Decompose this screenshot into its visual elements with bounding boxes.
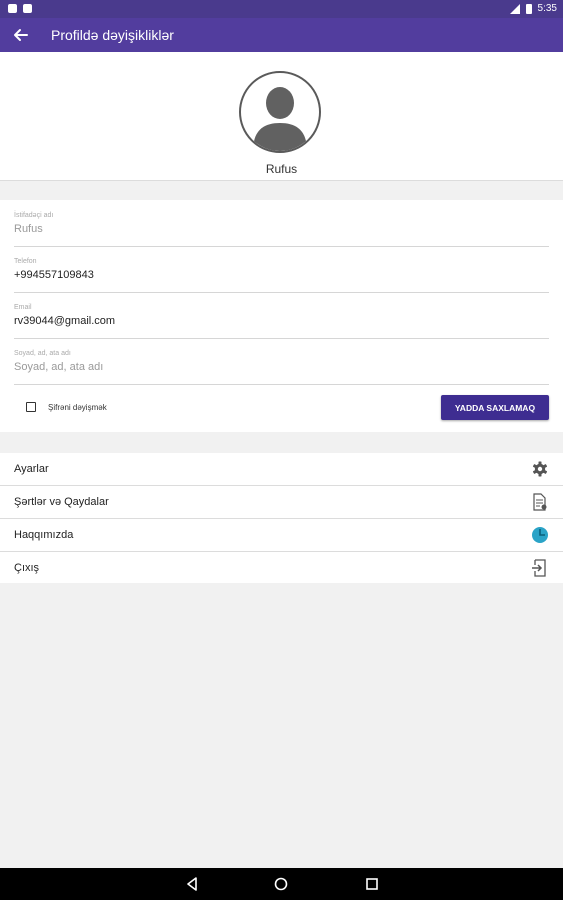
menu-item-about[interactable]: Haqqımızda xyxy=(0,519,563,552)
profile-header: Rufus xyxy=(0,52,563,181)
nav-recents-icon[interactable] xyxy=(363,875,381,893)
profile-form: İstifadəçi adı Rufus Telefon +9945571098… xyxy=(0,200,563,432)
full-name-field[interactable]: Soyad, ad, ata adı Soyad, ad, ata adı xyxy=(14,338,549,385)
profile-name: Rufus xyxy=(265,162,298,176)
menu-item-label: Şərtlər və Qaydalar xyxy=(14,496,109,508)
battery-icon xyxy=(525,3,532,14)
email-label: Email xyxy=(14,304,32,311)
system-nav-bar xyxy=(0,868,563,900)
document-icon xyxy=(533,493,547,511)
avatar[interactable] xyxy=(239,71,321,153)
full-name-placeholder[interactable]: Soyad, ad, ata adı xyxy=(14,361,103,373)
gear-icon xyxy=(532,461,548,477)
save-button[interactable]: YADDA SAXLAMAQ xyxy=(441,395,549,420)
menu-item-settings[interactable]: Ayarlar xyxy=(0,453,563,486)
notification-icon xyxy=(8,4,17,13)
menu-item-logout[interactable]: Çıxış xyxy=(0,552,563,584)
username-value[interactable]: Rufus xyxy=(14,223,43,235)
menu-item-label: Çıxış xyxy=(14,562,40,574)
phone-field[interactable]: Telefon +994557109843 xyxy=(14,246,549,293)
info-circle-icon xyxy=(532,527,548,543)
settings-menu: Ayarlar Şərtlər və Qaydalar Haqqımızda Ç… xyxy=(0,453,563,583)
email-field[interactable]: Email rv39044@gmail.com xyxy=(14,292,549,339)
username-field[interactable]: İstifadəçi adı Rufus xyxy=(14,200,549,247)
change-password-row: Şifrəni dəyişmək YADDA SAXLAMAQ xyxy=(0,395,563,426)
menu-item-label: Haqqımızda xyxy=(14,529,74,541)
full-name-label: Soyad, ad, ata adı xyxy=(14,350,71,357)
exit-icon xyxy=(532,559,546,577)
menu-item-terms[interactable]: Şərtlər və Qaydalar xyxy=(0,486,563,519)
nav-back-icon[interactable] xyxy=(183,875,201,893)
phone-label: Telefon xyxy=(14,258,37,265)
user-silhouette-icon xyxy=(253,87,307,151)
phone-value[interactable]: +994557109843 xyxy=(14,269,94,281)
status-time: 5:35 xyxy=(537,3,557,14)
signal-icon xyxy=(509,3,520,14)
username-label: İstifadəçi adı xyxy=(14,212,54,219)
back-arrow-icon[interactable] xyxy=(11,25,31,45)
page-title: Profildə dəyişikliklər xyxy=(51,27,174,43)
menu-item-label: Ayarlar xyxy=(14,463,49,475)
email-value[interactable]: rv39044@gmail.com xyxy=(14,315,115,327)
change-password-label[interactable]: Şifrəni dəyişmək xyxy=(48,403,107,412)
status-bar: 5:35 xyxy=(0,0,563,18)
app-bar: Profildə dəyişikliklər xyxy=(0,18,563,52)
nav-home-icon[interactable] xyxy=(272,875,290,893)
change-password-checkbox[interactable] xyxy=(26,402,36,412)
notification-icon-2 xyxy=(23,4,32,13)
